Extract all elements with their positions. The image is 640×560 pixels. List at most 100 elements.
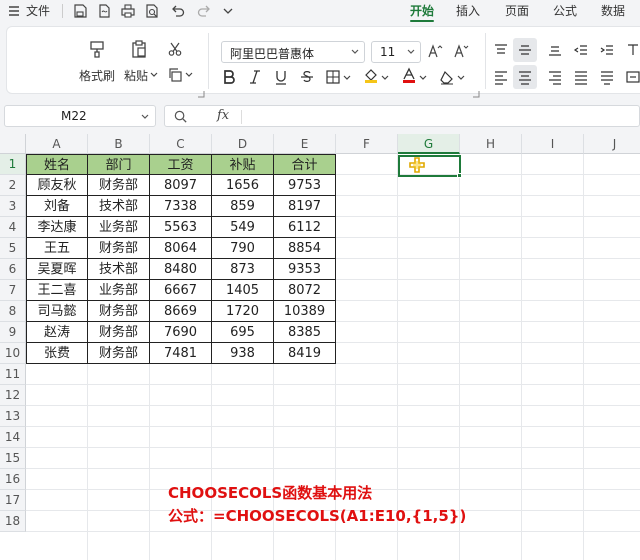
align-bottom-icon[interactable] bbox=[547, 42, 563, 58]
increase-indent-icon[interactable] bbox=[599, 42, 615, 58]
cut-icon[interactable] bbox=[167, 41, 183, 57]
paste-dropdown-icon[interactable] bbox=[150, 71, 158, 79]
table-cell[interactable]: 7481 bbox=[150, 343, 212, 364]
table-header-cell[interactable]: 合计 bbox=[274, 154, 336, 175]
table-header-cell[interactable]: 部门 bbox=[88, 154, 150, 175]
row-header-13[interactable]: 13 bbox=[0, 406, 26, 427]
tab-data[interactable]: 数据 bbox=[601, 3, 625, 19]
copy-icon[interactable] bbox=[167, 67, 183, 83]
format-painter-label[interactable]: 格式刷 bbox=[79, 67, 115, 84]
zoom-icon[interactable] bbox=[173, 109, 188, 124]
row-header-12[interactable]: 12 bbox=[0, 385, 26, 406]
row-header-4[interactable]: 4 bbox=[0, 217, 26, 238]
chevron-down-icon[interactable] bbox=[220, 3, 236, 19]
align-left-icon[interactable] bbox=[493, 69, 509, 85]
distributed-align-icon[interactable] bbox=[599, 69, 615, 85]
table-cell[interactable]: 业务部 bbox=[88, 217, 150, 238]
paste-label[interactable]: 粘贴 bbox=[124, 67, 148, 84]
table-cell[interactable]: 司马懿 bbox=[26, 301, 88, 322]
column-header-g[interactable]: G bbox=[398, 134, 460, 154]
italic-icon[interactable] bbox=[247, 69, 263, 85]
decrease-indent-icon[interactable] bbox=[573, 42, 589, 58]
table-cell[interactable]: 790 bbox=[212, 238, 274, 259]
underline-icon[interactable] bbox=[273, 69, 289, 85]
table-cell[interactable]: 顾友秋 bbox=[26, 175, 88, 196]
table-cell[interactable]: 1405 bbox=[212, 280, 274, 301]
row-header-10[interactable]: 10 bbox=[0, 343, 26, 364]
select-all-corner[interactable] bbox=[0, 134, 26, 154]
clear-format-icon[interactable] bbox=[439, 69, 455, 85]
row-header-7[interactable]: 7 bbox=[0, 280, 26, 301]
table-cell[interactable]: 8197 bbox=[274, 196, 336, 217]
row-header-2[interactable]: 2 bbox=[0, 175, 26, 196]
table-header-cell[interactable]: 工资 bbox=[150, 154, 212, 175]
row-header-14[interactable]: 14 bbox=[0, 427, 26, 448]
table-cell[interactable]: 刘备 bbox=[26, 196, 88, 217]
table-cell[interactable]: 财务部 bbox=[88, 343, 150, 364]
font-dialog-launcher-icon[interactable] bbox=[472, 83, 480, 98]
row-header-18[interactable]: 18 bbox=[0, 511, 26, 532]
clear-dropdown-icon[interactable] bbox=[457, 74, 465, 82]
paste-icon[interactable] bbox=[129, 39, 149, 59]
table-cell[interactable]: 8854 bbox=[274, 238, 336, 259]
table-cell[interactable]: 赵涛 bbox=[26, 322, 88, 343]
spreadsheet-grid[interactable]: ABCDEFGHIJ 1 2 3 4 5 6 7 8 9 10 11 12 13 14 15 16 17 18 姓… bbox=[0, 134, 640, 560]
row-header-1[interactable]: 1 bbox=[0, 154, 26, 175]
print-preview-icon[interactable] bbox=[144, 3, 160, 19]
row-header-8[interactable]: 8 bbox=[0, 301, 26, 322]
table-cell[interactable]: 9753 bbox=[274, 175, 336, 196]
row-header-15[interactable]: 15 bbox=[0, 448, 26, 469]
table-cell[interactable]: 859 bbox=[212, 196, 274, 217]
fx-icon[interactable]: fx bbox=[217, 108, 229, 123]
table-cell[interactable]: 财务部 bbox=[88, 322, 150, 343]
row-header-5[interactable]: 5 bbox=[0, 238, 26, 259]
column-header-h[interactable]: H bbox=[460, 134, 522, 154]
font-size-select[interactable]: 11 bbox=[371, 41, 421, 63]
table-cell[interactable]: 9353 bbox=[274, 259, 336, 280]
copy-dropdown-icon[interactable] bbox=[185, 71, 193, 79]
name-box[interactable]: M22 bbox=[4, 105, 156, 127]
format-painter-icon[interactable] bbox=[87, 39, 107, 59]
table-cell[interactable]: 王五 bbox=[26, 238, 88, 259]
table-cell[interactable]: 873 bbox=[212, 259, 274, 280]
table-cell[interactable]: 7690 bbox=[150, 322, 212, 343]
table-cell[interactable]: 8072 bbox=[274, 280, 336, 301]
row-header-17[interactable]: 17 bbox=[0, 490, 26, 511]
table-cell[interactable]: 财务部 bbox=[88, 238, 150, 259]
column-header-i[interactable]: I bbox=[522, 134, 584, 154]
row-header-6[interactable]: 6 bbox=[0, 259, 26, 280]
borders-icon[interactable] bbox=[325, 69, 341, 85]
column-header-e[interactable]: E bbox=[274, 134, 336, 154]
table-cell[interactable]: 吴夏晖 bbox=[26, 259, 88, 280]
bold-icon[interactable] bbox=[221, 69, 237, 85]
clipboard-dialog-launcher-icon[interactable] bbox=[197, 83, 205, 98]
increase-font-size-icon[interactable] bbox=[427, 43, 443, 59]
table-cell[interactable]: 938 bbox=[212, 343, 274, 364]
table-cell[interactable]: 5563 bbox=[150, 217, 212, 238]
table-cell[interactable]: 695 bbox=[212, 322, 274, 343]
table-cell[interactable]: 8385 bbox=[274, 322, 336, 343]
font-name-select[interactable]: 阿里巴巴普惠体 bbox=[221, 41, 365, 63]
table-cell[interactable]: 549 bbox=[212, 217, 274, 238]
fill-color-icon[interactable] bbox=[363, 67, 379, 83]
font-color-icon[interactable] bbox=[401, 67, 417, 83]
table-cell[interactable]: 财务部 bbox=[88, 175, 150, 196]
column-header-j[interactable]: J bbox=[584, 134, 640, 154]
strikethrough-icon[interactable] bbox=[299, 69, 315, 85]
table-cell[interactable]: 6667 bbox=[150, 280, 212, 301]
borders-dropdown-icon[interactable] bbox=[343, 74, 351, 82]
file-menu[interactable]: 文件 bbox=[26, 3, 50, 19]
table-cell[interactable]: 8064 bbox=[150, 238, 212, 259]
hamburger-menu-icon[interactable] bbox=[6, 3, 22, 19]
table-cell[interactable]: 1720 bbox=[212, 301, 274, 322]
merge-cells-icon[interactable] bbox=[625, 69, 640, 85]
column-header-d[interactable]: D bbox=[212, 134, 274, 154]
table-cell[interactable]: 财务部 bbox=[88, 301, 150, 322]
undo-icon[interactable] bbox=[170, 3, 186, 19]
align-right-icon[interactable] bbox=[547, 69, 563, 85]
table-cell[interactable]: 业务部 bbox=[88, 280, 150, 301]
save-icon[interactable] bbox=[72, 3, 88, 19]
tab-insert[interactable]: 插入 bbox=[456, 3, 480, 19]
tab-home[interactable]: 开始 bbox=[410, 3, 434, 19]
table-cell[interactable]: 张费 bbox=[26, 343, 88, 364]
